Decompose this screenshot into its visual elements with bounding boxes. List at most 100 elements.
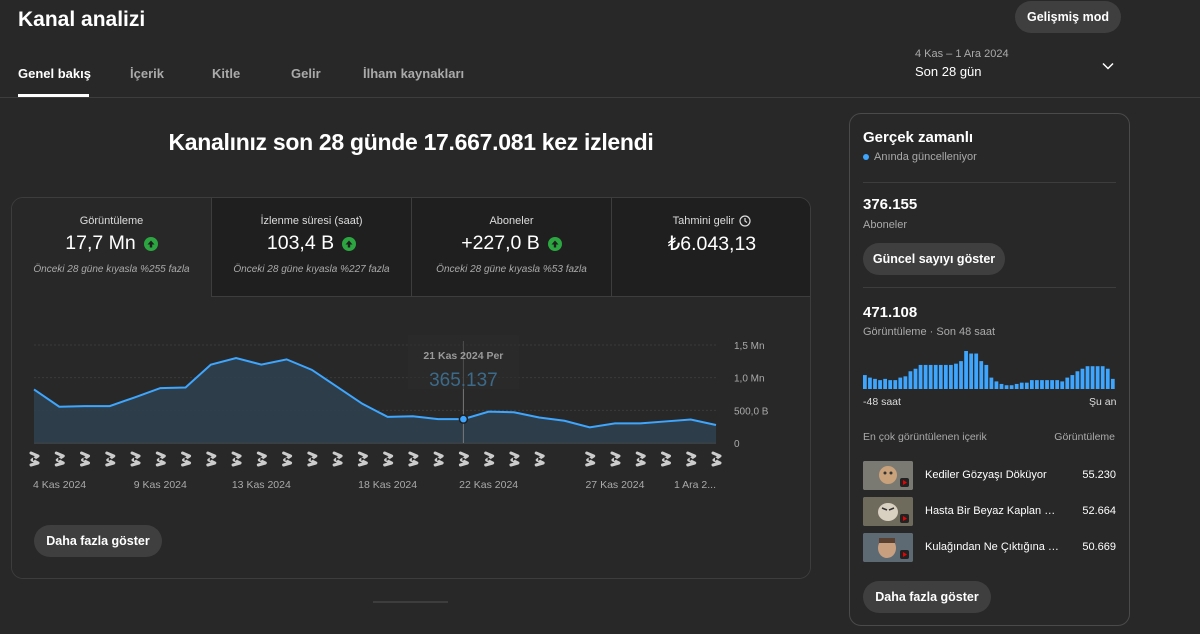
realtime-bar: [959, 361, 963, 389]
tiger-thumbnail-icon: [863, 497, 913, 526]
shorts-marker-icon[interactable]: [130, 451, 141, 467]
shorts-marker-icon[interactable]: [458, 451, 469, 467]
realtime-axis-start: -48 saat: [863, 396, 901, 408]
realtime-view-count: 471.108: [863, 304, 918, 321]
realtime-show-more-button[interactable]: Daha fazla göster: [863, 581, 991, 613]
realtime-bar: [938, 364, 943, 389]
views-chart-area: 0 500,0 B 1,0 Mn 1,5 Mn 21 Kas 2024 Per 365.1…: [12, 297, 811, 578]
video-views: 50.669: [1082, 541, 1116, 553]
top-content-row[interactable]: Kediler Gözyaşı Döküyor 55.230: [863, 461, 1116, 491]
realtime-bar: [969, 353, 974, 389]
shorts-marker-icon[interactable]: [433, 451, 444, 467]
realtime-bar: [1075, 371, 1080, 389]
shorts-marker-icon[interactable]: [54, 451, 65, 467]
metric-watch-time-tab[interactable]: İzlenme süresi (saat) 103,4 B Önceki 28 …: [212, 198, 412, 297]
realtime-bar: [863, 375, 867, 389]
realtime-bar: [898, 377, 903, 389]
shorts-marker-icon[interactable]: [408, 451, 419, 467]
shorts-marker-icon[interactable]: [686, 451, 697, 467]
metric-compare: Önceki 28 güne kıyasla %53 fazla: [436, 264, 587, 275]
shorts-marker-icon[interactable]: [105, 451, 116, 467]
realtime-card: Gerçek zamanlı Anında güncelleniyor 376.…: [849, 113, 1130, 626]
shorts-marker-icon[interactable]: [711, 451, 722, 467]
realtime-bar: [1105, 368, 1110, 389]
realtime-bar: [868, 377, 872, 389]
shorts-marker-icon[interactable]: [80, 451, 91, 467]
clock-icon: [739, 215, 751, 227]
realtime-bar: [999, 383, 1004, 389]
realtime-title: Gerçek zamanlı: [863, 129, 974, 146]
realtime-bar: [1004, 385, 1009, 389]
shorts-marker-icon[interactable]: [307, 451, 318, 467]
realtime-bar: [949, 364, 953, 389]
realtime-views-label: Görüntüleme · Son 48 saat: [863, 326, 996, 338]
metric-revenue-tab[interactable]: Tahmini gelir ₺6.043,13: [612, 198, 810, 297]
shorts-marker-icon[interactable]: [231, 451, 242, 467]
x-tick-label: 1 Ara 2...: [674, 479, 716, 491]
realtime-bar: [979, 361, 984, 389]
tab-overview[interactable]: Genel bakış: [18, 66, 91, 81]
metric-value: +227,0 B: [461, 232, 540, 254]
video-title: Hasta Bir Beyaz Kaplan Kurtarıldı: [925, 505, 1060, 517]
tab-revenue[interactable]: Gelir: [291, 66, 321, 81]
shorts-marker-icon[interactable]: [181, 451, 192, 467]
realtime-bar-chart[interactable]: [863, 349, 1116, 389]
shorts-marker-icon[interactable]: [357, 451, 368, 467]
x-tick-label: 4 Kas 2024: [33, 479, 86, 491]
realtime-bar: [1100, 366, 1105, 389]
page-title: Kanal analizi: [18, 8, 146, 31]
realtime-bar: [1009, 385, 1014, 389]
x-tick-label: 18 Kas 2024: [358, 479, 417, 491]
shorts-marker-icon[interactable]: [660, 451, 671, 467]
scroll-indicator: [373, 601, 448, 603]
realtime-subscriber-label: Aboneler: [863, 219, 908, 231]
advanced-mode-button[interactable]: Gelişmiş mod: [1015, 1, 1121, 33]
shorts-marker-icon[interactable]: [635, 451, 646, 467]
tab-inspiration[interactable]: İlham kaynakları: [363, 66, 464, 81]
cat-thumbnail-icon: [863, 461, 913, 490]
realtime-axis-end: Şu an: [1089, 396, 1117, 408]
realtime-bar: [888, 380, 893, 389]
realtime-bar: [984, 364, 989, 389]
shorts-marker-icon[interactable]: [332, 451, 343, 467]
top-content-row[interactable]: Hasta Bir Beyaz Kaplan Kurtarıldı 52.664: [863, 497, 1116, 527]
metric-compare: Önceki 28 güne kıyasla %255 fazla: [33, 264, 190, 275]
shorts-marker-icon[interactable]: [383, 451, 394, 467]
shorts-marker-icon[interactable]: [509, 451, 520, 467]
realtime-bar: [928, 364, 933, 389]
chevron-down-icon[interactable]: [1101, 59, 1115, 73]
realtime-bar: [1110, 378, 1115, 389]
date-range-label: Son 28 gün: [915, 64, 982, 79]
realtime-bar: [1045, 380, 1049, 389]
shorts-marker-icon[interactable]: [585, 451, 596, 467]
shorts-marker-icon[interactable]: [155, 451, 166, 467]
shorts-marker-icon[interactable]: [534, 451, 545, 467]
shorts-marker-icon[interactable]: [484, 451, 495, 467]
shorts-marker-icon[interactable]: [256, 451, 267, 467]
shorts-marker-icon[interactable]: [282, 451, 293, 467]
divider: [863, 287, 1116, 288]
show-current-count-button[interactable]: Güncel sayıyı göster: [863, 243, 1005, 275]
metric-value: 17,7 Mn: [65, 232, 136, 254]
shorts-marker-icon[interactable]: [29, 451, 40, 467]
realtime-bar: [1055, 380, 1060, 389]
views-chart[interactable]: 0 500,0 B 1,0 Mn 1,5 Mn 21 Kas 2024 Per 365.1…: [12, 297, 811, 497]
shorts-marker-icon[interactable]: [206, 451, 217, 467]
top-content-row[interactable]: Kulağından Ne Çıktığına İnanamayacaksını…: [863, 533, 1116, 563]
metric-subscribers-tab[interactable]: Aboneler +227,0 B Önceki 28 güne kıyasla…: [412, 198, 612, 297]
date-range-picker[interactable]: 4 Kas – 1 Ara 2024 Son 28 gün: [915, 48, 1009, 79]
shorts-marker-icon[interactable]: [610, 451, 621, 467]
x-tick-label: 9 Kas 2024: [134, 479, 187, 491]
realtime-bar: [1095, 366, 1100, 389]
x-tick-label: 27 Kas 2024: [585, 479, 644, 491]
realtime-bar: [994, 381, 999, 389]
realtime-bar: [913, 368, 918, 389]
video-thumbnail: [863, 533, 913, 562]
y-tick-label: 1,0 Mn: [734, 374, 765, 385]
live-dot-icon: [863, 154, 869, 160]
metric-views-tab[interactable]: Görüntüleme 17,7 Mn Önceki 28 güne kıyas…: [12, 198, 212, 298]
show-more-button[interactable]: Daha fazla göster: [34, 525, 162, 557]
tab-audience[interactable]: Kitle: [212, 66, 240, 81]
tab-content[interactable]: İçerik: [130, 66, 164, 81]
realtime-bar: [1090, 366, 1095, 389]
